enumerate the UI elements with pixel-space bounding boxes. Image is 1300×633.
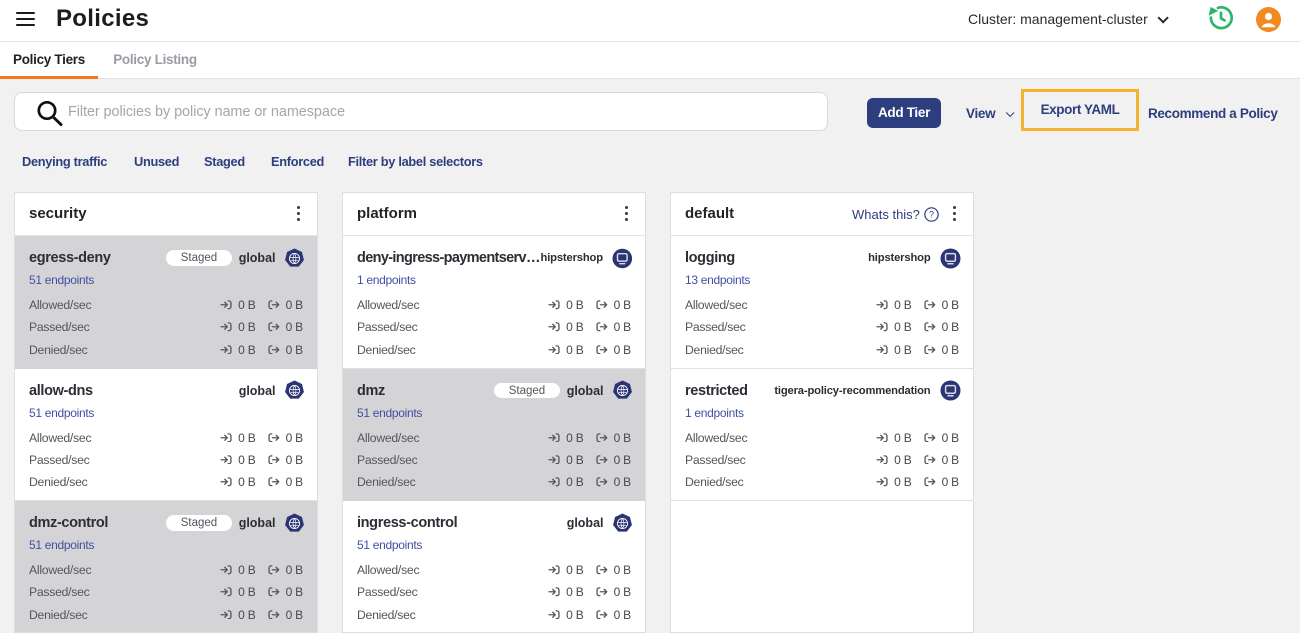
svg-text:?: ?: [929, 210, 934, 220]
